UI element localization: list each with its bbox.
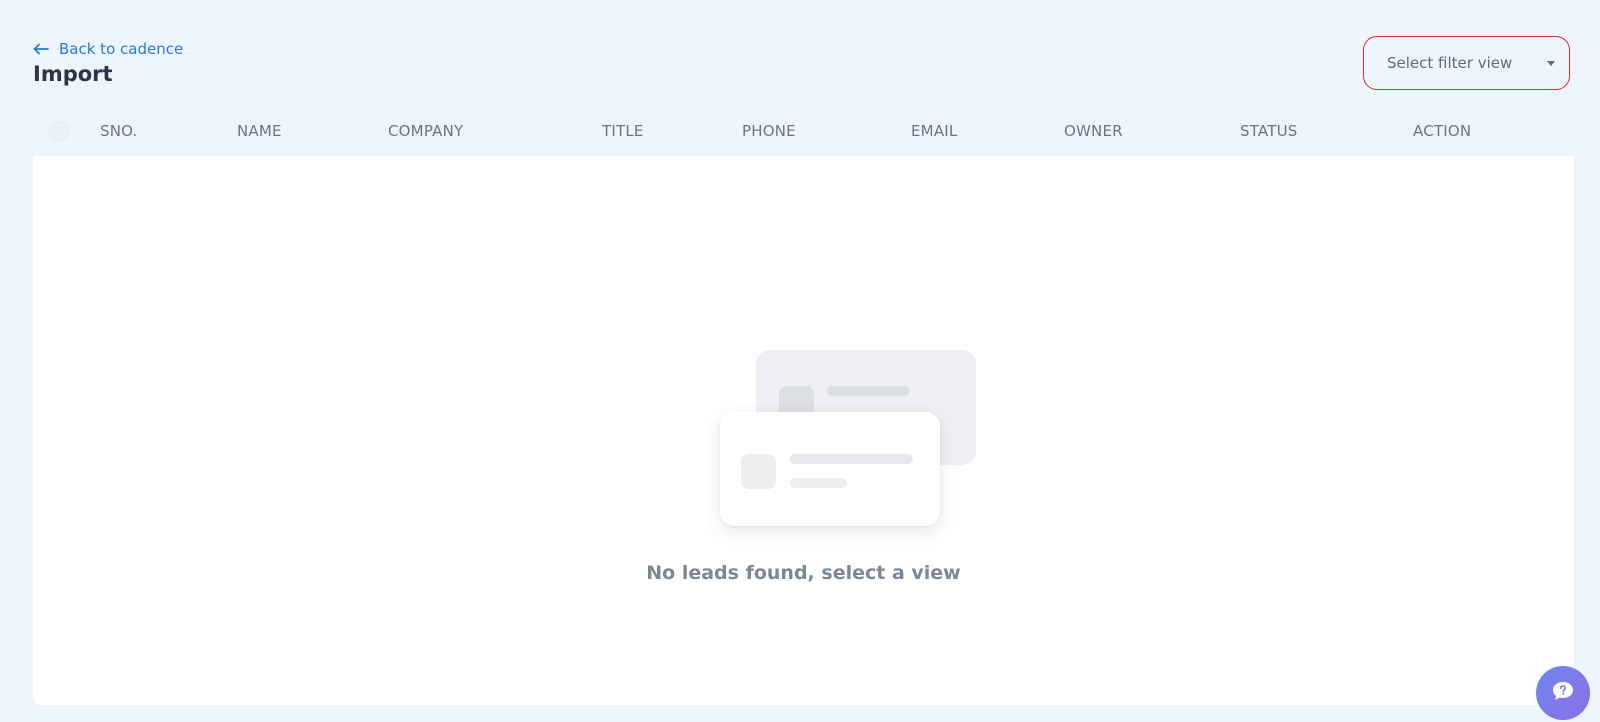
column-header-email[interactable]: EMAIL xyxy=(911,122,957,140)
column-header-sno[interactable]: SNO. xyxy=(100,122,138,140)
column-header-status[interactable]: STATUS xyxy=(1240,122,1297,140)
empty-state-message: No leads found, select a view xyxy=(646,562,961,584)
help-chat-button[interactable] xyxy=(1536,666,1590,720)
column-header-phone[interactable]: PHONE xyxy=(742,122,796,140)
select-all-checkbox[interactable] xyxy=(49,121,69,141)
caret-down-icon xyxy=(1547,60,1555,66)
table-header: SNO. NAME COMPANY TITLE PHONE EMAIL OWNE… xyxy=(33,113,1574,155)
table-body: No leads found, select a view xyxy=(33,156,1574,705)
back-link-label: Back to cadence xyxy=(59,40,184,58)
empty-state-illustration xyxy=(687,350,977,550)
page-title: Import xyxy=(33,62,113,86)
column-header-title[interactable]: TITLE xyxy=(602,122,644,140)
back-to-cadence-link[interactable]: Back to cadence xyxy=(33,38,183,60)
illustration-placeholder-square xyxy=(741,454,776,489)
illustration-placeholder-line xyxy=(827,386,910,396)
column-header-action[interactable]: ACTION xyxy=(1413,122,1471,140)
column-header-name[interactable]: NAME xyxy=(237,122,282,140)
chat-question-icon xyxy=(1550,679,1576,707)
column-header-owner[interactable]: OWNER xyxy=(1064,122,1123,140)
illustration-card-front xyxy=(720,412,940,526)
column-header-company[interactable]: COMPANY xyxy=(388,122,463,140)
illustration-placeholder-line xyxy=(790,454,913,464)
arrow-left-icon xyxy=(33,43,49,55)
import-page: Back to cadence Import Select filter vie… xyxy=(0,0,1600,722)
filter-view-select[interactable]: Select filter view xyxy=(1363,36,1570,90)
filter-view-placeholder: Select filter view xyxy=(1387,54,1513,72)
page-header: Back to cadence Import xyxy=(33,38,183,86)
illustration-placeholder-line xyxy=(790,478,847,488)
